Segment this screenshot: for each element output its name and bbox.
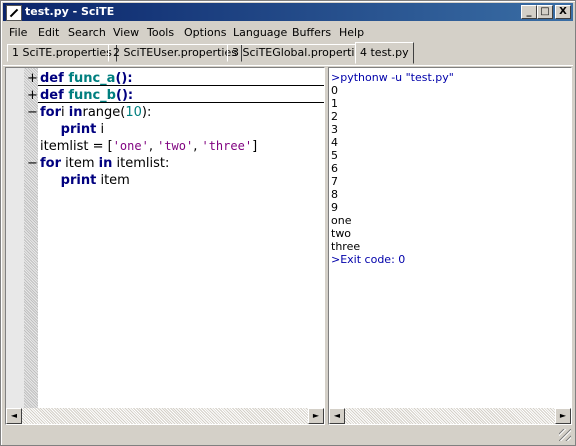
code-token: i <box>96 122 105 137</box>
output-line: 1 <box>331 97 338 110</box>
code-token: range( <box>82 105 126 120</box>
menu-view[interactable]: View <box>113 26 139 39</box>
menu-help[interactable]: Help <box>339 26 364 39</box>
output-pane[interactable]: >pythonw -u "test.py" 0 1 2 3 4 5 6 7 8 9 one two th… <box>328 67 572 425</box>
code-token: print <box>60 122 97 137</box>
output-line: 0 <box>331 84 338 97</box>
code-token: i <box>61 105 69 120</box>
menu-file[interactable]: File <box>9 26 27 39</box>
output-line: 2 <box>331 110 338 123</box>
code-token: (): <box>115 71 133 86</box>
code-token: 'two' <box>157 139 194 153</box>
menu-edit[interactable]: Edit <box>38 26 59 39</box>
code-token: ] <box>252 139 258 154</box>
output-horizontal-scrollbar[interactable]: ◄ ► <box>329 408 571 424</box>
scite-window: test.py - SciTE _ □ X File Edit Search V… <box>0 0 576 446</box>
fold-line <box>38 102 324 103</box>
editor-pane[interactable]: + def func_a(): + def func_b(): − fori inrang… <box>5 67 325 425</box>
fold-expand-icon[interactable]: + <box>27 70 38 87</box>
code-token: def <box>40 88 69 103</box>
code-token: 'three' <box>201 139 253 153</box>
code-token: (): <box>116 88 134 103</box>
fold-collapse-icon[interactable]: − <box>27 155 38 172</box>
output-line: 8 <box>331 188 338 201</box>
code-token: itemlist: <box>112 156 170 171</box>
menu-tools[interactable]: Tools <box>147 26 174 39</box>
scite-app-icon[interactable] <box>6 5 22 21</box>
output-line: two <box>331 227 352 240</box>
title-bar[interactable]: test.py - SciTE _ □ X <box>3 3 573 21</box>
code-line[interactable]: for item in itemlist: <box>40 155 169 172</box>
code-line[interactable]: fori inrange(10): <box>40 104 151 121</box>
code-token: item <box>96 173 130 188</box>
code-token: ): <box>141 105 152 120</box>
fold-line <box>38 85 324 86</box>
fold-expand-icon[interactable]: + <box>27 87 38 104</box>
maximize-button[interactable]: □ <box>537 5 553 19</box>
code-token: in <box>98 156 113 171</box>
code-token: def <box>40 71 69 86</box>
fold-collapse-icon[interactable]: − <box>27 104 38 121</box>
code-token: item <box>61 156 99 171</box>
minimize-button[interactable]: _ <box>521 5 537 19</box>
code-token: func_b <box>68 88 116 103</box>
menu-search[interactable]: Search <box>68 26 106 39</box>
code-token: func_a <box>68 71 116 86</box>
tab-sciteuser-properties[interactable]: 2 SciTEUser.properties <box>108 44 242 62</box>
menu-bar: File Edit Search View Tools Options Lang… <box>3 23 573 41</box>
output-line: 6 <box>331 162 338 175</box>
tab-test-py[interactable]: 4 test.py <box>355 42 414 64</box>
output-line: 4 <box>331 136 338 149</box>
code-line[interactable]: print item <box>40 172 130 189</box>
code-token: print <box>60 173 97 188</box>
output-exit-code: >Exit code: 0 <box>331 253 406 266</box>
scroll-right-arrow-icon[interactable]: ► <box>308 408 324 424</box>
scroll-right-arrow-icon[interactable]: ► <box>555 408 571 424</box>
fold-margin[interactable] <box>24 68 38 424</box>
menu-options[interactable]: Options <box>184 26 226 39</box>
editor-horizontal-scrollbar[interactable]: ◄ ► <box>6 408 324 424</box>
scroll-left-arrow-icon[interactable]: ◄ <box>329 408 345 424</box>
code-token: , <box>148 139 158 154</box>
menu-buffers[interactable]: Buffers <box>292 26 331 39</box>
tab-scite-properties[interactable]: 1 SciTE.properties <box>7 44 117 62</box>
output-line: 7 <box>331 175 338 188</box>
code-token: 'one' <box>112 139 149 153</box>
status-bar <box>3 427 573 443</box>
code-token: for <box>40 156 61 171</box>
buffer-tab-bar: 1 SciTE.properties 2 SciTEUser.propertie… <box>3 41 573 66</box>
resize-grip-icon[interactable] <box>559 429 571 441</box>
menu-language[interactable]: Language <box>233 26 287 39</box>
code-line[interactable]: print i <box>40 121 104 138</box>
close-button[interactable]: X <box>555 5 571 19</box>
code-token: itemlist = [ <box>40 139 113 154</box>
code-token: in <box>68 105 83 120</box>
window-title: test.py - SciTE <box>25 5 115 18</box>
output-line: three <box>331 240 361 253</box>
scroll-left-arrow-icon[interactable]: ◄ <box>6 408 22 424</box>
output-command: >pythonw -u "test.py" <box>331 71 454 84</box>
output-line: 5 <box>331 149 338 162</box>
code-token: 10 <box>125 105 142 120</box>
code-line[interactable]: itemlist = ['one', 'two', 'three'] <box>40 138 257 155</box>
output-line: 9 <box>331 201 338 214</box>
code-token: for <box>40 105 61 120</box>
output-line: 3 <box>331 123 338 136</box>
tab-sciteglobal-properties[interactable]: 3 SciTEGlobal.properties <box>227 44 372 62</box>
output-line: one <box>331 214 352 227</box>
